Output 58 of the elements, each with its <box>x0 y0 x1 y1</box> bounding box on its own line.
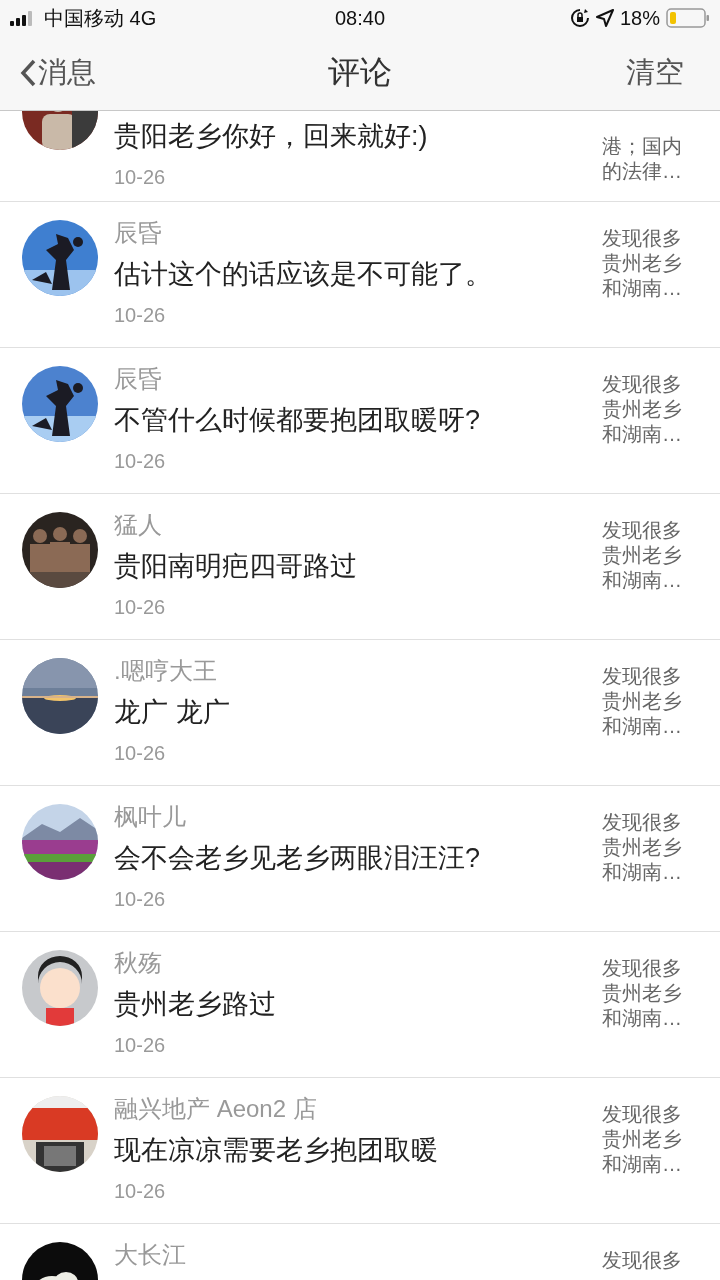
post-preview-line: 发现很多 <box>602 226 683 251</box>
location-arrow-icon <box>595 9 614 27</box>
post-preview-line: 和湖南… <box>602 714 683 739</box>
user-name: 融兴地产 Aeon2 店 <box>114 1094 318 1124</box>
comment-text: 贵州老乡路过 <box>114 988 277 1021</box>
comment-text: 现在凉凉需要老乡抱团取暖 <box>114 1134 439 1167</box>
comment-date: 10-26 <box>114 449 167 474</box>
comment-text: 贵阳南明疤四哥路过 <box>114 550 358 583</box>
post-preview-line: 贵州老乡 <box>602 543 683 568</box>
comment-text: 会不会老乡见老乡两眼泪汪汪? <box>114 842 482 875</box>
post-preview-line: 和湖南… <box>602 276 683 301</box>
user-name: 辰昏 <box>114 218 163 248</box>
battery-percent: 18% <box>619 6 660 30</box>
post-preview-line: 贵州老乡 <box>602 251 683 276</box>
comment-text: 估计这个的话应该是不可能了。 <box>114 258 493 291</box>
user-name: 枫叶儿 <box>114 802 187 832</box>
page-title: 评论 <box>328 53 392 92</box>
comment-date: 10-26 <box>114 887 167 912</box>
comment-text: 龙广 龙广 <box>114 696 231 729</box>
comment-date: 10-26 <box>114 303 167 328</box>
user-name: 秋殇 <box>114 948 163 978</box>
post-preview-line: 贵州老乡 <box>602 397 683 422</box>
comment-text: 不管什么时候都要抱团取暖呀? <box>114 404 482 437</box>
post-preview-line: 发现很多 <box>602 518 683 543</box>
post-preview-line: 发现很多 <box>602 664 683 689</box>
back-chevron-icon <box>20 59 36 87</box>
rotation-lock-icon <box>569 8 590 28</box>
post-preview-line: 发现很多 <box>602 372 683 397</box>
post-preview-line: 贵州老乡 <box>602 981 683 1006</box>
comment-date: 10-26 <box>114 1033 167 1058</box>
post-preview-line: 和湖南… <box>602 1006 683 1031</box>
post-preview-line: 港；国内 <box>602 134 683 159</box>
comment-date: 10-26 <box>114 1179 167 1204</box>
user-name: 大长江 <box>114 1240 187 1270</box>
comment-text: 贵阳老乡你好，回来就好:) <box>114 120 429 153</box>
comment-date: 10-26 <box>114 595 167 620</box>
comment-date: 10-26 <box>114 165 167 190</box>
user-name: 猛人 <box>114 510 163 540</box>
user-name: .嗯哼大王 <box>114 656 218 686</box>
post-preview-line: 发现很多 <box>602 956 683 981</box>
battery-icon <box>666 8 710 28</box>
clock-time: 08:40 <box>334 6 386 30</box>
post-preview-line: 发现很多 <box>602 810 683 835</box>
carrier-label: 中国移动 4G <box>44 5 157 31</box>
comment-date: 10-26 <box>114 741 167 766</box>
post-preview-line: 的法律… <box>602 159 683 184</box>
user-name: 辰昏 <box>114 364 163 394</box>
post-preview-line: 和湖南… <box>602 1152 683 1177</box>
post-preview-line: 贵州老乡 <box>602 689 683 714</box>
post-preview-line: 贵州老乡 <box>602 1127 683 1152</box>
post-preview-line: 和湖南… <box>602 860 683 885</box>
post-preview-line: 和湖南… <box>602 568 683 593</box>
post-preview-line: 贵州老乡 <box>602 835 683 860</box>
post-preview-line: 和湖南… <box>602 422 683 447</box>
clear-button[interactable]: 清空 <box>626 53 684 93</box>
post-preview-line: 发现很多 <box>602 1248 683 1273</box>
back-button[interactable]: 消息 <box>20 53 96 93</box>
post-preview-line: 发现很多 <box>602 1102 683 1127</box>
